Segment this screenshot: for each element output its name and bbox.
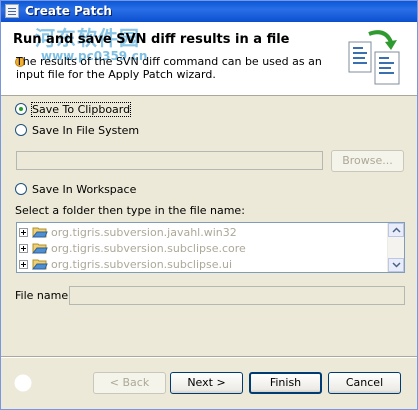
scroll-up-button[interactable] bbox=[388, 223, 404, 237]
project-folder-icon bbox=[32, 243, 48, 254]
expand-icon[interactable] bbox=[19, 243, 28, 253]
file-name-label: File name: bbox=[15, 289, 72, 302]
expand-icon[interactable] bbox=[19, 259, 28, 269]
tree-scrollbar[interactable] bbox=[387, 223, 404, 272]
folder-prompt-label: Select a folder then type in the file na… bbox=[15, 204, 245, 217]
tree-item[interactable]: org.tigris.subversion.subclipse.core bbox=[19, 240, 246, 256]
question-mark-icon[interactable] bbox=[14, 374, 32, 392]
option-save-in-file-system[interactable]: Save In File System bbox=[15, 123, 139, 137]
back-button[interactable]: < Back bbox=[93, 372, 166, 394]
finish-button[interactable]: Finish bbox=[249, 372, 322, 394]
next-button[interactable]: Next > bbox=[170, 372, 243, 394]
patch-wizard-icon bbox=[348, 30, 400, 85]
workspace-radio[interactable] bbox=[15, 183, 27, 195]
clipboard-radio[interactable] bbox=[15, 103, 27, 115]
clipboard-radio-label[interactable]: Save To Clipboard bbox=[30, 101, 132, 117]
page-description: The results of the SVN diff command can … bbox=[16, 55, 322, 81]
footer-separator bbox=[1, 356, 417, 358]
page-heading: Run and save SVN diff results in a file bbox=[13, 32, 290, 47]
window-app-icon bbox=[5, 4, 19, 18]
browse-button[interactable]: Browse... bbox=[331, 150, 404, 172]
project-folder-icon bbox=[32, 227, 48, 238]
project-folder-icon bbox=[32, 259, 48, 270]
tree-item-label[interactable]: org.tigris.subversion.subclipse.ui bbox=[51, 258, 232, 271]
file-path-input[interactable] bbox=[16, 151, 323, 170]
title-bar[interactable]: Create Patch bbox=[1, 1, 417, 22]
tree-item-label[interactable]: org.tigris.subversion.javahl.win32 bbox=[51, 226, 237, 239]
expand-icon[interactable] bbox=[19, 227, 28, 237]
option-save-in-workspace[interactable]: Save In Workspace bbox=[15, 182, 136, 196]
tree-item-label[interactable]: org.tigris.subversion.subclipse.core bbox=[51, 242, 246, 255]
tree-item[interactable]: org.tigris.subversion.javahl.win32 bbox=[19, 224, 237, 240]
workspace-radio-label[interactable]: Save In Workspace bbox=[32, 183, 136, 196]
cancel-button[interactable]: Cancel bbox=[328, 372, 401, 394]
tree-item[interactable]: org.tigris.subversion.subclipse.ui bbox=[19, 256, 232, 272]
create-patch-dialog: Create Patch 河东软件园 www.pc0359.cn Run and… bbox=[0, 0, 418, 410]
window-title: Create Patch bbox=[25, 4, 112, 18]
scroll-down-button[interactable] bbox=[388, 258, 404, 272]
workspace-folder-tree[interactable]: org.tigris.subversion.javahl.win32 org.t… bbox=[16, 222, 405, 273]
wizard-banner: 河东软件园 www.pc0359.cn Run and save SVN dif… bbox=[1, 22, 417, 96]
filesystem-radio[interactable] bbox=[15, 124, 27, 136]
option-save-to-clipboard[interactable]: Save To Clipboard bbox=[15, 101, 132, 117]
filesystem-radio-label[interactable]: Save In File System bbox=[32, 124, 139, 137]
file-name-input[interactable] bbox=[69, 286, 405, 305]
chevron-down-icon bbox=[392, 262, 401, 268]
chevron-up-icon bbox=[392, 227, 401, 233]
